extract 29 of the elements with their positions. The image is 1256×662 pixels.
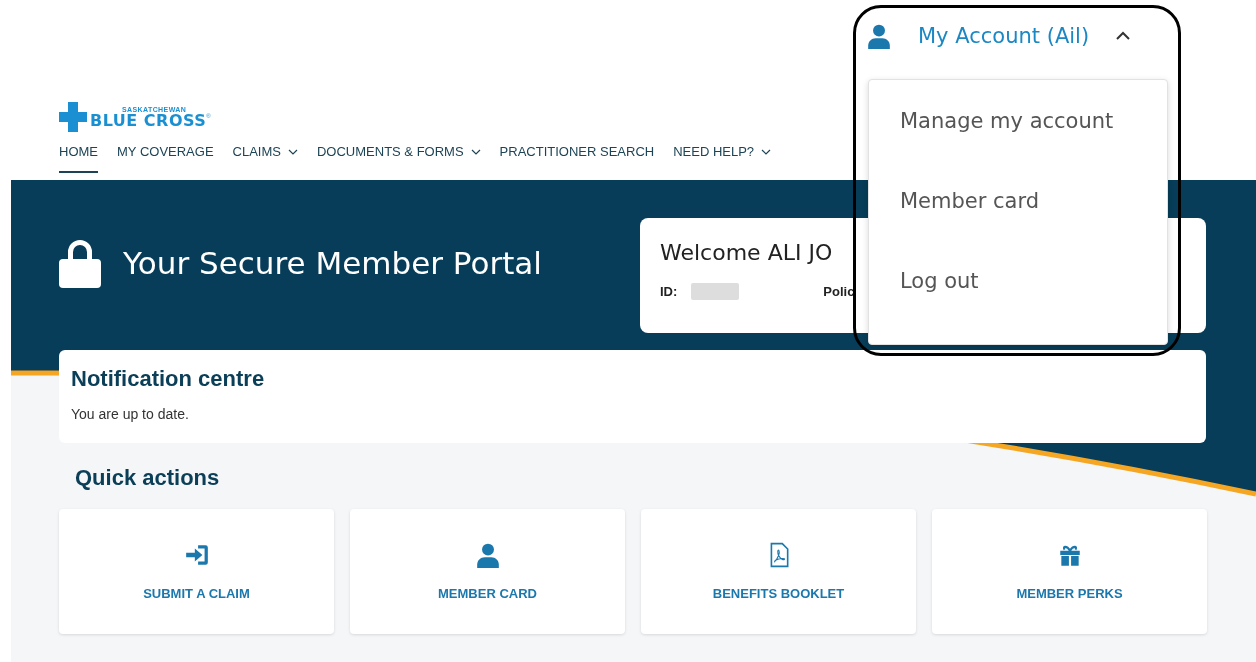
quick-action-card[interactable]: SUBMIT A CLAIM xyxy=(59,509,334,634)
person-icon xyxy=(866,22,892,50)
welcome-text: Welcome ALI JO xyxy=(660,240,834,265)
nav-item[interactable]: MY COVERAGE xyxy=(117,144,214,173)
page-title: Your Secure Member Portal xyxy=(123,245,542,281)
quick-action-card[interactable]: MEMBER CARD xyxy=(350,509,625,634)
menu-item[interactable]: Log out xyxy=(869,268,1167,294)
sign-in-icon xyxy=(183,542,210,568)
cross-logo-icon xyxy=(59,102,87,132)
logo-text: BLUE CROSS xyxy=(90,112,207,129)
nav-item[interactable]: NEED HELP? xyxy=(673,144,772,173)
nav-item[interactable]: CLAIMS xyxy=(232,144,298,173)
person-icon xyxy=(474,542,501,568)
nav-item[interactable]: PRACTITIONER SEARCH xyxy=(499,144,655,173)
policy-label: Polic xyxy=(823,284,855,299)
lock-icon xyxy=(59,238,101,288)
nav-item[interactable]: DOCUMENTS & FORMS xyxy=(316,144,481,173)
notification-message: You are up to date. xyxy=(71,406,190,422)
caret-icon xyxy=(1115,31,1132,41)
section-title: Quick actions xyxy=(75,465,221,491)
menu-item[interactable]: Member card xyxy=(869,188,1167,214)
menu-item[interactable]: Manage my account xyxy=(869,108,1167,134)
redacted-value xyxy=(691,283,740,300)
nav-item[interactable]: HOME xyxy=(59,144,98,173)
quick-action-card[interactable]: BENEFITS BOOKLET xyxy=(641,509,916,634)
account-menu-button[interactable]: My Account (Ail) xyxy=(866,22,1132,50)
notification-title: Notification centre xyxy=(71,366,266,392)
id-label: ID: xyxy=(660,284,678,299)
quick-action-card[interactable]: MEMBER PERKS xyxy=(932,509,1207,634)
